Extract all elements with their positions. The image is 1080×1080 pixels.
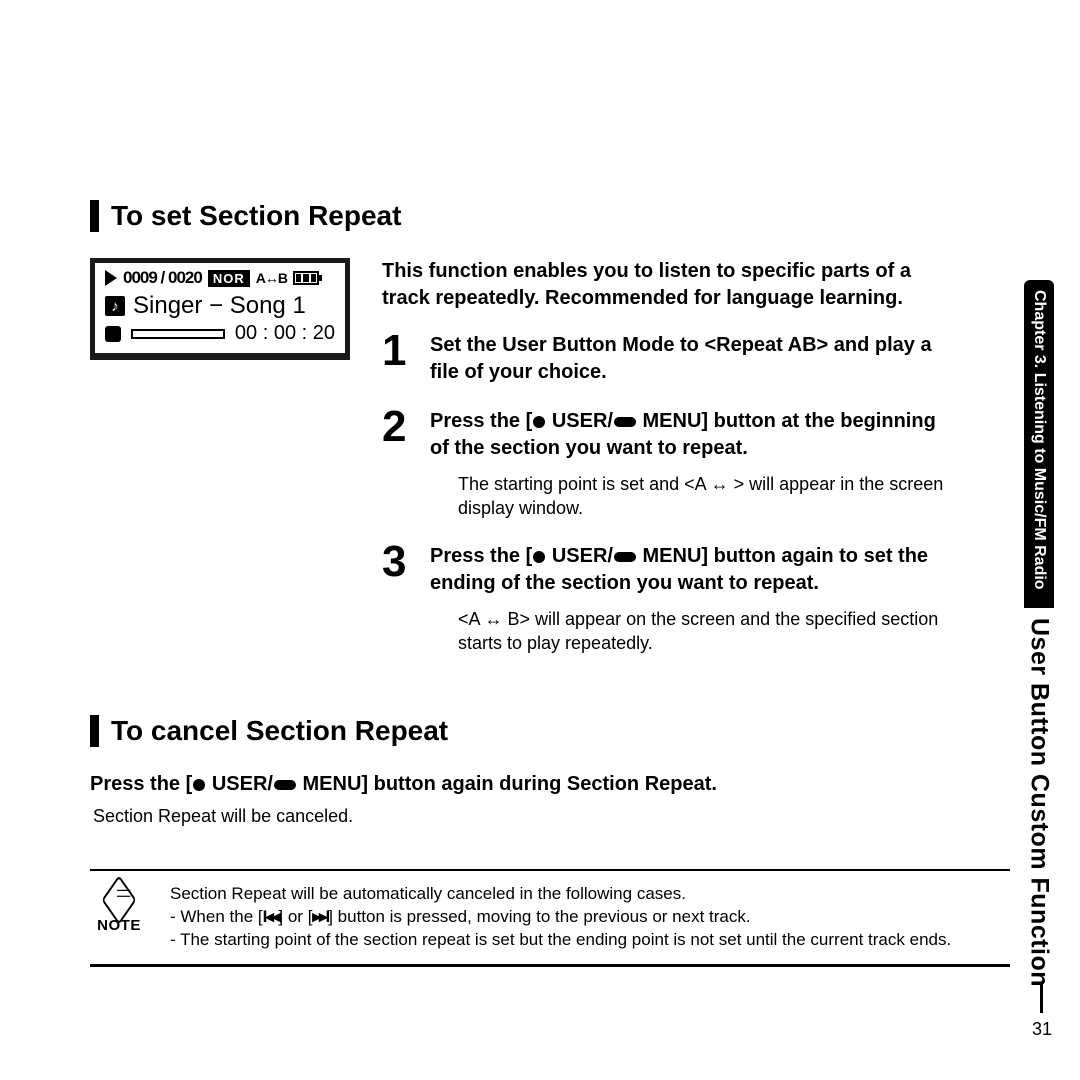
step-2: 2 Press the [ USER/ MENU] button at the … <box>382 408 950 521</box>
heading-bar-icon <box>90 715 99 747</box>
display-progress-row: 00 : 00 : 20 <box>105 322 335 345</box>
battery-icon <box>293 271 319 285</box>
eq-mode-badge: NOR <box>208 270 250 287</box>
music-note-icon: ♪ <box>105 296 125 316</box>
menu-pill-icon <box>614 417 636 427</box>
step-text: Press the [ USER/ MENU] button at the be… <box>430 408 950 462</box>
section-set-repeat-heading: To set Section Repeat <box>90 200 1034 232</box>
cancel-result: Section Repeat will be canceled. <box>93 806 1010 827</box>
section-cancel-repeat-title: To cancel Section Repeat <box>111 715 448 747</box>
step-1: 1 Set the User Button Mode to <Repeat AB… <box>382 332 950 386</box>
step-subtext: <A ↔ B> will appear on the screen and th… <box>458 607 950 656</box>
user-dot-icon <box>193 779 205 791</box>
record-icon <box>105 326 121 342</box>
play-icon <box>105 270 117 286</box>
note-body: Section Repeat will be automatically can… <box>170 883 951 952</box>
page-number: 31 <box>1032 983 1052 1040</box>
feature-label: User Button Custom Function <box>1025 608 1054 987</box>
set-repeat-instructions: This function enables you to listen to s… <box>382 258 950 677</box>
menu-pill-icon <box>274 780 296 790</box>
next-track-icon: ▸▸I <box>312 907 328 926</box>
step-3: 3 Press the [ USER/ MENU] button again t… <box>382 543 950 656</box>
cancel-instruction: Press the [ USER/ MENU] button again dur… <box>90 773 1010 796</box>
track-counter: 0009 / 0020 <box>123 268 202 288</box>
note-line: Section Repeat will be automatically can… <box>170 883 951 906</box>
step-number: 2 <box>382 408 412 521</box>
elapsed-time: 00 : 00 : 20 <box>235 322 335 345</box>
user-dot-icon <box>533 551 545 563</box>
step-text: Press the [ USER/ MENU] button again to … <box>430 543 950 597</box>
step-text: Set the User Button Mode to <Repeat AB> … <box>430 332 950 386</box>
track-title: Singer − Song 1 <box>133 292 306 320</box>
step-number: 3 <box>382 543 412 656</box>
chapter-label: Chapter 3. Listening to Music/FM Radio <box>1024 280 1054 608</box>
repeat-ab-icon: A↔B <box>256 270 287 286</box>
prev-track-icon: I◂◂ <box>263 907 279 926</box>
section-set-repeat-title: To set Section Repeat <box>111 200 401 232</box>
step-number: 1 <box>382 332 412 386</box>
section-cancel-repeat-heading: To cancel Section Repeat <box>90 715 1010 747</box>
progress-bar <box>131 329 225 339</box>
manual-page: Chapter 3. Listening to Music/FM Radio U… <box>0 0 1080 1080</box>
display-title-row: ♪ Singer − Song 1 <box>105 292 335 320</box>
note-line: - The starting point of the section repe… <box>170 929 951 952</box>
user-dot-icon <box>533 416 545 428</box>
steps-list: 1 Set the User Button Mode to <Repeat AB… <box>382 332 950 655</box>
note-box: NOTE Section Repeat will be automaticall… <box>90 869 1010 967</box>
chapter-tab: Chapter 3. Listening to Music/FM Radio U… <box>1018 280 1060 1020</box>
menu-pill-icon <box>614 552 636 562</box>
step-subtext: The starting point is set and <A ↔ > wil… <box>458 472 950 521</box>
note-line: - When the [I◂◂] or [▸▸I] button is pres… <box>170 906 951 929</box>
device-display: 0009 / 0020 NOR A↔B ♪ Singer − Song 1 00… <box>90 258 350 360</box>
set-repeat-block: 0009 / 0020 NOR A↔B ♪ Singer − Song 1 00… <box>90 258 950 677</box>
heading-bar-icon <box>90 200 99 232</box>
section-cancel-repeat: To cancel Section Repeat Press the [ USE… <box>90 715 1010 827</box>
intro-text: This function enables you to listen to s… <box>382 258 950 312</box>
display-status-row: 0009 / 0020 NOR A↔B <box>105 268 335 288</box>
